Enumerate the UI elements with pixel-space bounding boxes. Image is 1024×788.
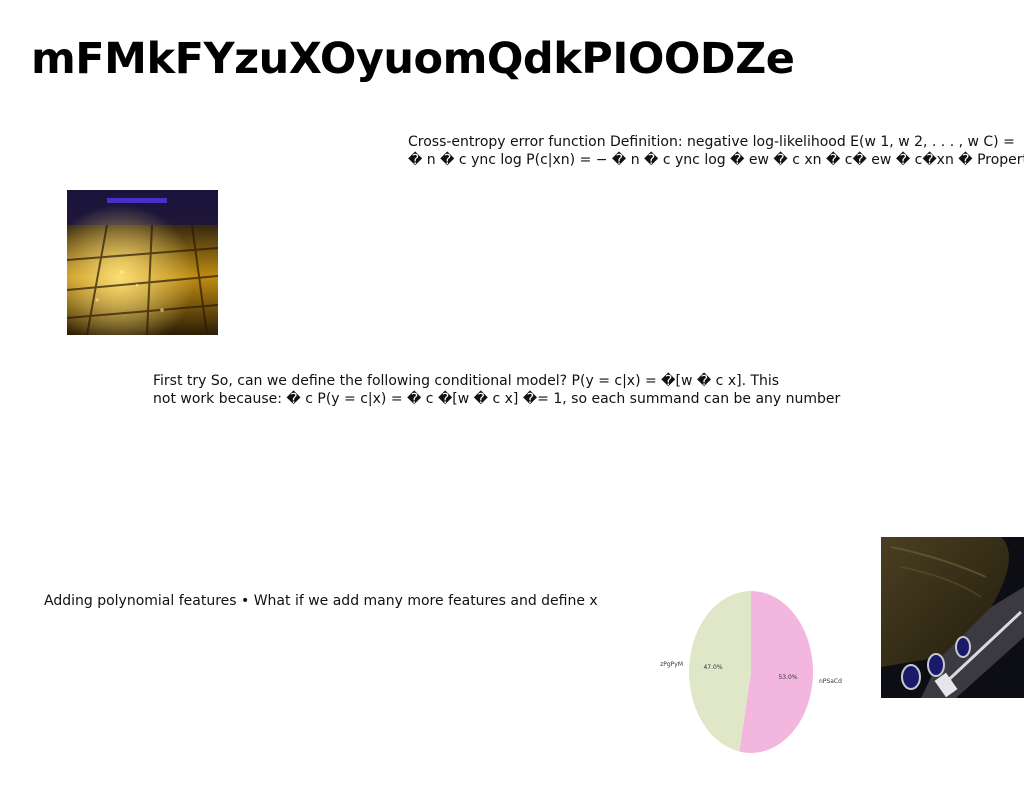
polynomial-features-paragraph: Adding polynomial features • What if we … — [44, 592, 598, 610]
vintage-car-photo — [881, 537, 1024, 698]
pie-chart: 53.0% 47.0% nPSaCd zPgPyM — [660, 591, 842, 753]
paragraph-line: Adding polynomial features • What if we … — [44, 593, 598, 609]
pie-slice-label-1: zPgPyM — [660, 661, 683, 668]
pie-percent-label-0: 53.0% — [778, 674, 797, 681]
paragraph-line: Cross-entropy error function Definition:… — [408, 134, 1015, 150]
cross-entropy-paragraph: Cross-entropy error function Definition:… — [408, 133, 1024, 169]
slide-title: mFMkFYzuXOyuomQdkPIOODZe — [31, 34, 795, 84]
pie-percent-label-1: 47.0% — [703, 664, 722, 671]
pie-slice-label-0: nPSaCd — [819, 678, 842, 685]
pie-slice-zPgPyM — [689, 591, 751, 752]
paragraph-line: First try So, can we define the followin… — [153, 373, 780, 389]
rainy-street-photo — [67, 190, 218, 335]
paragraph-line: � n � c ync log P(c|xn) = − � n � c ync … — [408, 152, 1024, 168]
paragraph-line: not work because: � c P(y = c|x) = � c �… — [153, 391, 841, 407]
conditional-model-paragraph: First try So, can we define the followin… — [153, 372, 840, 408]
